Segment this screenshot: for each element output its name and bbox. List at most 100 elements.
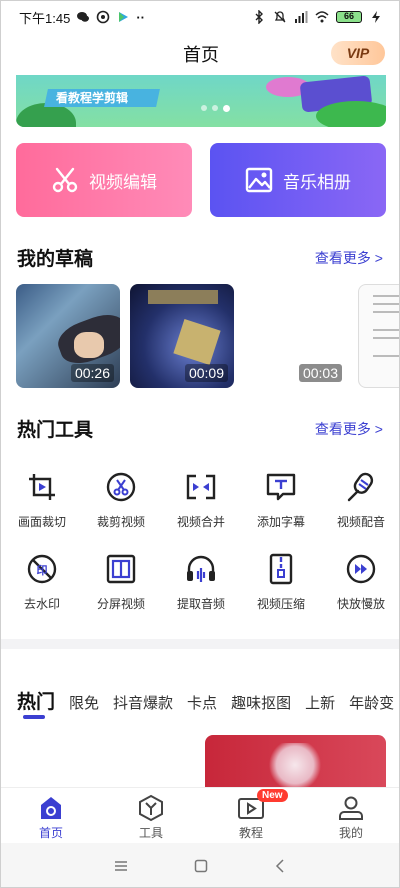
- wechat-icon: [77, 12, 90, 22]
- merge-icon: [186, 474, 216, 500]
- home-icon: [41, 797, 61, 819]
- template-card[interactable]: [205, 735, 386, 787]
- draft-item[interactable]: 00:26: [16, 284, 120, 388]
- scissors-icon: [52, 167, 78, 193]
- app-notification-icon: [97, 10, 110, 24]
- draft-thumbnail: [148, 290, 218, 304]
- draft-thumbnail: [74, 332, 104, 358]
- category-tab[interactable]: 上新: [305, 692, 335, 713]
- split-screen-icon: [106, 554, 136, 584]
- category-tabs: 热门 限免 抖音爆款 卡点 趣味抠图 上新 年龄变: [17, 687, 394, 719]
- category-tab[interactable]: 限免: [69, 692, 99, 713]
- tool-cut-video[interactable]: 裁剪视频: [86, 471, 156, 535]
- bluetooth-icon: [255, 10, 263, 24]
- subtitle-icon: [266, 473, 296, 501]
- status-bar: 下午1:45 ·· 66: [1, 1, 399, 33]
- nav-label: 教程: [238, 826, 263, 840]
- page-header: 首页 VIP: [1, 33, 399, 75]
- signal-icon: [295, 11, 308, 23]
- music-album-button[interactable]: 音乐相册: [210, 143, 386, 217]
- promo-banner[interactable]: 看教程学剪辑: [16, 75, 386, 127]
- section-divider: [1, 639, 399, 649]
- draft-item[interactable]: 00:09: [130, 284, 234, 388]
- tool-speed[interactable]: 快放慢放: [326, 553, 396, 617]
- draft-duration: 00:26: [70, 364, 114, 382]
- tools-title: 热门工具: [17, 420, 94, 441]
- category-tab[interactable]: 年龄变: [349, 692, 394, 713]
- video-edit-label: 视频编辑: [89, 172, 157, 192]
- draft-thumbnail: [373, 337, 399, 339]
- home-square-icon[interactable]: [193, 858, 209, 874]
- tool-label: 画面裁切: [17, 515, 66, 529]
- tool-label: 分屏视频: [96, 597, 145, 611]
- speed-icon: [346, 554, 376, 584]
- draft-item[interactable]: 00:03: [244, 284, 348, 388]
- banner-text: 看教程学剪辑: [56, 91, 129, 105]
- banner-decoration: [316, 101, 386, 127]
- template-thumbnail: [265, 743, 325, 787]
- drafts-title: 我的草稿: [17, 249, 94, 270]
- banner-label: 看教程学剪辑: [44, 89, 160, 107]
- tools-more-link[interactable]: 查看更多 >: [315, 419, 383, 439]
- draft-thumbnail: [373, 355, 399, 357]
- banner-dot[interactable]: [201, 105, 207, 111]
- back-icon[interactable]: [273, 858, 289, 874]
- new-badge: New: [257, 789, 288, 802]
- vip-button[interactable]: VIP: [331, 41, 385, 65]
- tool-merge-video[interactable]: 视频合并: [166, 471, 236, 535]
- tool-label: 裁剪视频: [96, 515, 145, 529]
- draft-thumbnail: [373, 295, 399, 297]
- play-store-icon: [119, 12, 129, 22]
- tool-add-subtitle[interactable]: 添加字幕: [246, 471, 316, 535]
- mute-bell-icon: [274, 11, 286, 23]
- wifi-icon: [315, 11, 329, 23]
- battery-icon: 66: [336, 11, 362, 23]
- nav-tutorial[interactable]: New 教程: [201, 788, 301, 843]
- charging-icon: [372, 11, 380, 23]
- tool-label: 去水印: [23, 597, 60, 611]
- draft-item[interactable]: [358, 284, 399, 388]
- tool-label: 快放慢放: [336, 597, 385, 611]
- banner-pagination: [201, 105, 230, 112]
- banner-dot-active[interactable]: [223, 105, 230, 112]
- remove-watermark-icon: 印: [27, 554, 57, 584]
- tool-label: 视频合并: [176, 515, 225, 529]
- more-notifications-icon: ··: [136, 9, 145, 25]
- crop-icon: [29, 474, 55, 500]
- nav-profile[interactable]: 我的: [301, 788, 399, 843]
- bottom-nav: 首页 工具 New 教程 我的: [1, 787, 399, 843]
- nav-label: 工具: [138, 826, 163, 840]
- tool-dubbing[interactable]: 视频配音: [326, 471, 396, 535]
- nav-home[interactable]: 首页: [1, 788, 101, 843]
- nav-label: 我的: [338, 826, 363, 840]
- tool-label: 视频配音: [336, 515, 385, 529]
- menu-icon[interactable]: [113, 858, 129, 874]
- profile-icon: [339, 796, 363, 820]
- banner-dot[interactable]: [212, 105, 218, 111]
- draft-duration: 00:03: [298, 364, 342, 382]
- tool-crop[interactable]: 画面裁切: [7, 471, 77, 535]
- music-album-label: 音乐相册: [283, 172, 351, 192]
- image-album-icon: [245, 167, 273, 193]
- microphone-icon: [347, 472, 374, 502]
- video-edit-button[interactable]: 视频编辑: [16, 143, 192, 217]
- tool-label: 视频压缩: [256, 597, 305, 611]
- nav-tools[interactable]: 工具: [101, 788, 201, 843]
- tool-compress-video[interactable]: 视频压缩: [246, 553, 316, 617]
- category-tab[interactable]: 趣味抠图: [231, 692, 291, 713]
- category-tab[interactable]: 卡点: [187, 692, 217, 713]
- tool-split-screen[interactable]: 分屏视频: [86, 553, 156, 617]
- status-time: 下午1:45: [19, 10, 71, 26]
- tool-remove-watermark[interactable]: 印 去水印: [7, 553, 77, 617]
- category-tab[interactable]: 抖音爆款: [113, 692, 173, 713]
- category-tab-active[interactable]: 热门: [17, 687, 55, 719]
- headphones-icon: [187, 555, 215, 582]
- tool-extract-audio[interactable]: 提取音频: [166, 553, 236, 617]
- draft-duration: 00:09: [184, 364, 228, 382]
- drafts-more-link[interactable]: 查看更多 >: [315, 248, 383, 268]
- draft-thumbnail: [373, 329, 399, 331]
- draft-thumbnail: [373, 311, 399, 313]
- compress-icon: [269, 553, 293, 585]
- nav-label: 首页: [38, 826, 63, 840]
- scissors-icon: [106, 472, 136, 502]
